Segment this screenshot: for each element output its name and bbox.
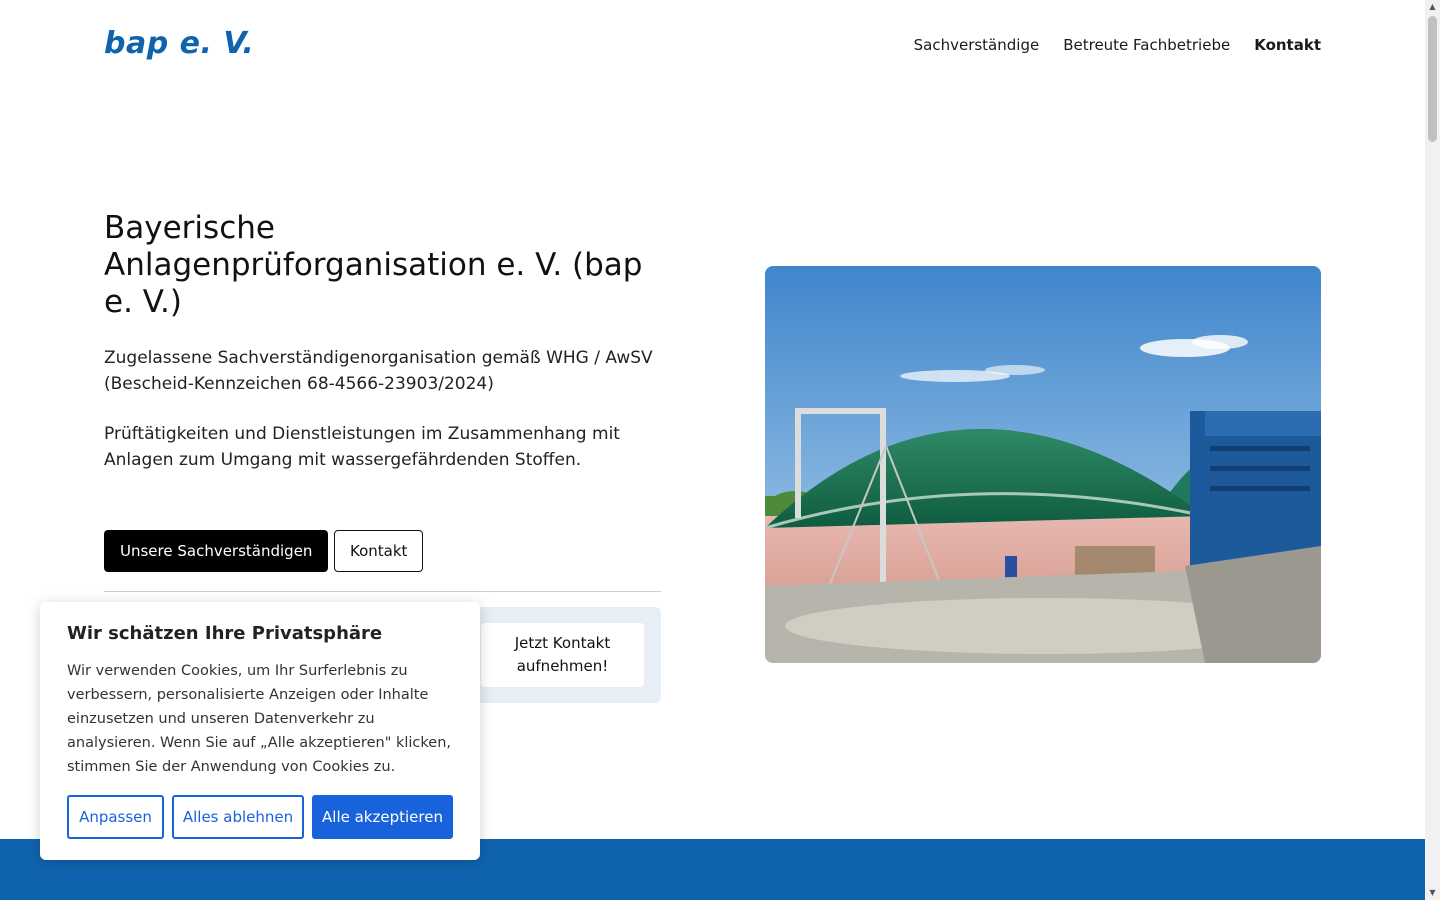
cookie-text: Wir verwenden Cookies, um Ihr Surferlebn… (67, 663, 451, 775)
scroll-thumb[interactable] (1428, 16, 1437, 142)
page: bap e. V. Sachverständige Betreute Fachb… (0, 0, 1425, 900)
biogas-plant-illustration (765, 266, 1321, 663)
reject-all-button[interactable]: Alles ablehnen (172, 795, 304, 839)
logo[interactable]: bap e. V. (104, 26, 254, 61)
triangle-down-icon[interactable]: ▼ (1425, 886, 1440, 900)
customize-button[interactable]: Anpassen (67, 795, 164, 839)
page-title: Bayerische Anlagenprüforganisation e. V.… (104, 210, 643, 320)
kontakt-button[interactable]: Kontakt (334, 530, 424, 572)
divider (104, 591, 661, 592)
hero-image (765, 266, 1321, 663)
accept-all-button[interactable]: Alle akzeptieren (312, 795, 453, 839)
nav-kontakt[interactable]: Kontakt (1254, 36, 1321, 54)
sachverstaendige-button[interactable]: Unsere Sachverständigen (104, 530, 329, 572)
nav-betreute-fachbetriebe[interactable]: Betreute Fachbetriebe (1063, 36, 1230, 54)
main-nav: Sachverständige Betreute Fachbetriebe Ko… (914, 36, 1321, 54)
triangle-up-icon[interactable]: ▲ (1425, 0, 1440, 14)
hero-subtitle: Zugelassene Sachverständigenorganisation… (104, 348, 653, 394)
nav-sachverstaendige[interactable]: Sachverständige (914, 36, 1040, 54)
cookie-title: Wir schätzen Ihre Privatsphäre (67, 623, 383, 644)
hero-description: Prüftätigkeiten und Dienstleistungen im … (104, 424, 620, 470)
contact-cta-button[interactable]: Jetzt Kontakt aufnehmen! (481, 623, 644, 687)
scrollbar[interactable]: ▲ ▼ (1425, 0, 1440, 900)
cookie-banner: Wir schätzen Ihre Privatsphäre Wir verwe… (40, 602, 480, 860)
